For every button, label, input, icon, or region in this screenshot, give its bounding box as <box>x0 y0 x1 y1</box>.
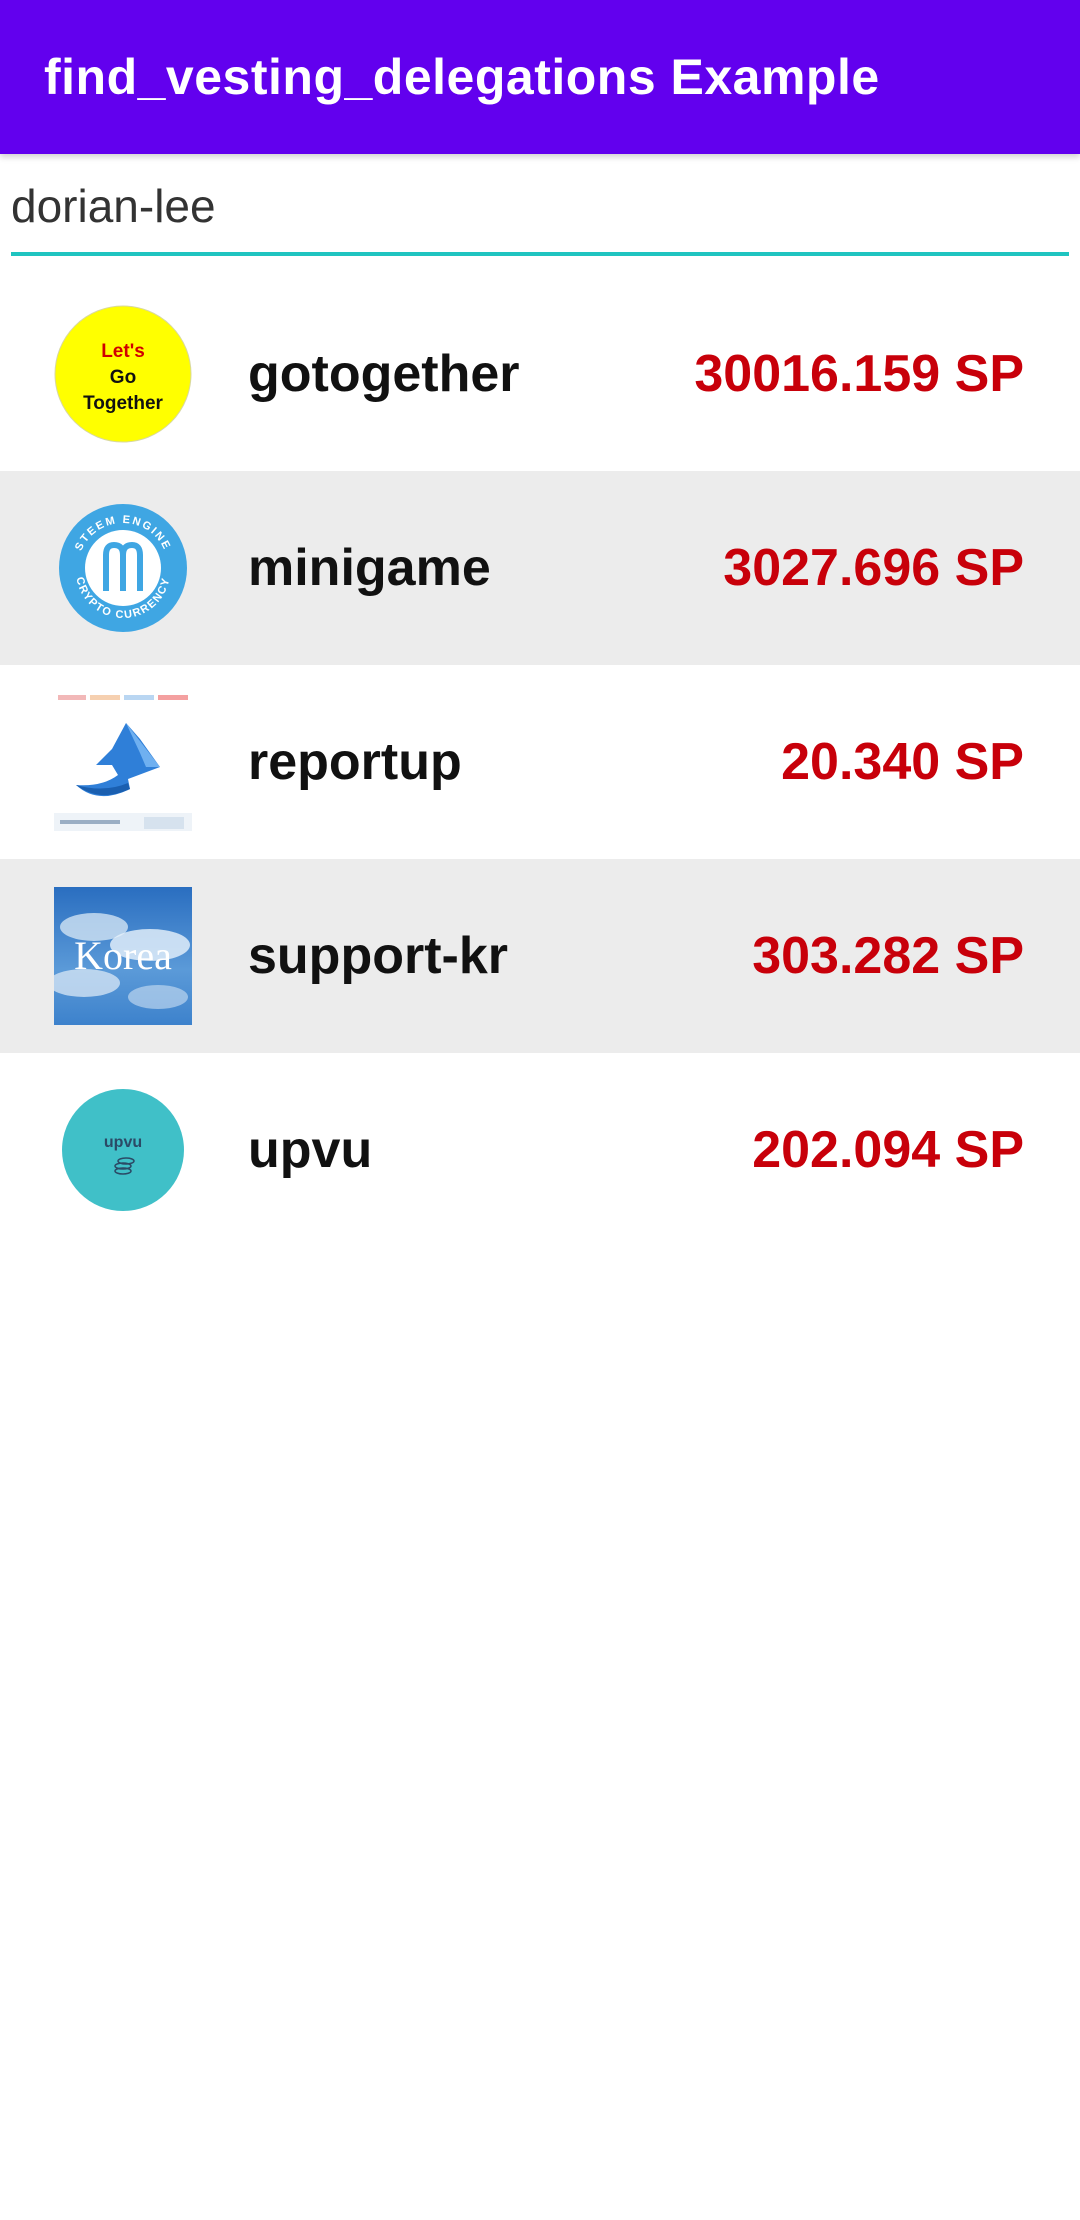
blue-up-arrow-icon <box>54 693 192 831</box>
delegated-amount: 20.340 SP <box>781 733 1024 791</box>
delegatee-name: gotogether <box>248 345 520 403</box>
avatar-text: upvu <box>104 1134 142 1151</box>
delegation-list: Let's Go Together gotogether 30016.159 S… <box>0 277 1080 1247</box>
list-item[interactable]: Korea support-kr 303.282 SP <box>0 859 1080 1053</box>
svg-text:Let's: Let's <box>101 341 145 362</box>
delegated-amount: 3027.696 SP <box>723 539 1024 597</box>
app-bar: find_vesting_delegations Example <box>0 0 1080 154</box>
avatar-text: Korea <box>74 933 172 978</box>
list-item[interactable]: upvu upvu 202.094 SP <box>0 1053 1080 1247</box>
avatar-text: Let's <box>101 341 145 362</box>
avatar-text: Together <box>83 393 163 414</box>
search-underline <box>11 252 1069 256</box>
list-item[interactable]: STEEM ENGINE CRYPTO CURRENCY minigame 30… <box>0 471 1080 665</box>
delegated-amount: 30016.159 SP <box>694 345 1024 403</box>
delegatee-name: upvu <box>248 1121 373 1179</box>
upvu-coins-logo: upvu <box>54 1081 192 1219</box>
app-title: find_vesting_delegations Example <box>44 49 880 105</box>
delegated-amount: 202.094 SP <box>752 1121 1024 1179</box>
delegated-amount: 303.282 SP <box>752 927 1024 985</box>
list-item[interactable]: Let's Go Together gotogether 30016.159 S… <box>0 277 1080 471</box>
list-item[interactable]: reportup 20.340 SP <box>0 665 1080 859</box>
search-field[interactable] <box>11 160 1069 260</box>
avatar-text: Go <box>110 367 136 388</box>
search-input[interactable] <box>11 160 1069 252</box>
delegatee-name: minigame <box>248 539 491 597</box>
steem-engine-crypto-currency-logo: STEEM ENGINE CRYPTO CURRENCY <box>54 499 192 637</box>
delegatee-name: reportup <box>248 733 462 791</box>
lets-go-together-logo: Let's Go Together <box>54 305 192 443</box>
delegatee-name: support-kr <box>248 927 508 985</box>
korea-sky-image: Korea <box>54 887 192 1025</box>
